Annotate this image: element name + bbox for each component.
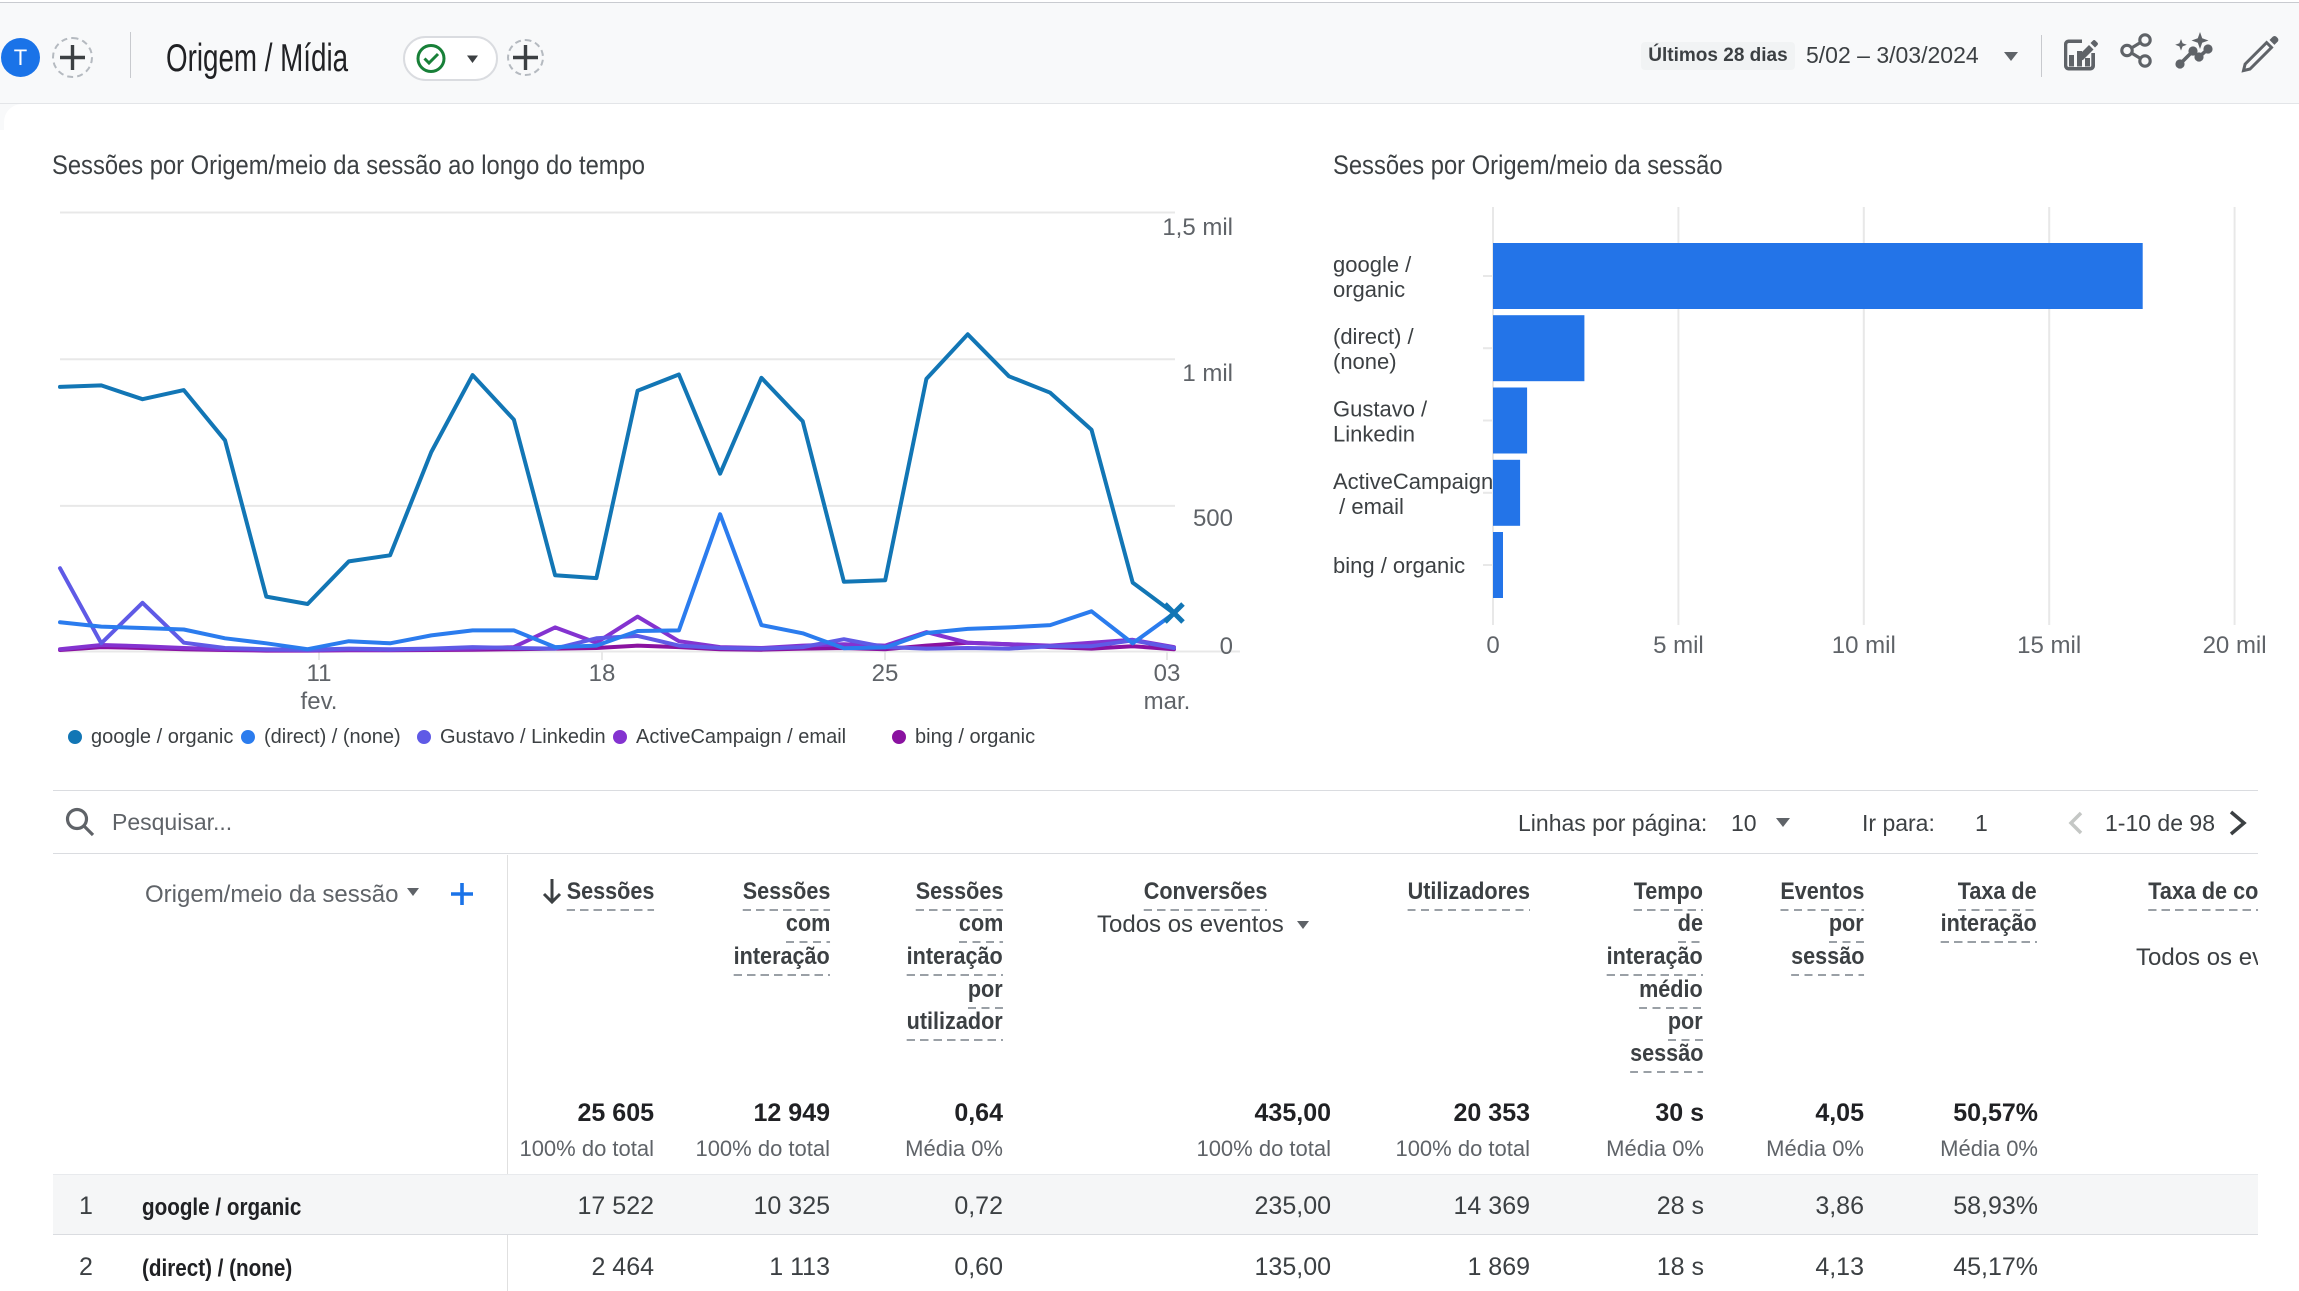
- svg-text:/ email: / email: [1333, 494, 1404, 519]
- svg-text:5 mil: 5 mil: [1653, 632, 1704, 659]
- svg-text:15 mil: 15 mil: [2017, 632, 2081, 659]
- svg-text:bing / organic: bing / organic: [1333, 553, 1465, 578]
- svg-text:10 mil: 10 mil: [1832, 632, 1896, 659]
- svg-text:20 mil: 20 mil: [2203, 632, 2267, 659]
- svg-text:ActiveCampaign: ActiveCampaign: [1333, 469, 1493, 494]
- svg-text:Linkedin: Linkedin: [1333, 422, 1415, 447]
- svg-text:(direct) /: (direct) /: [1333, 324, 1415, 349]
- svg-text:(none): (none): [1333, 349, 1397, 374]
- svg-text:Gustavo /: Gustavo /: [1333, 397, 1428, 422]
- svg-text:organic: organic: [1333, 277, 1405, 302]
- svg-text:0: 0: [1486, 632, 1499, 659]
- svg-text:google /: google /: [1333, 252, 1412, 277]
